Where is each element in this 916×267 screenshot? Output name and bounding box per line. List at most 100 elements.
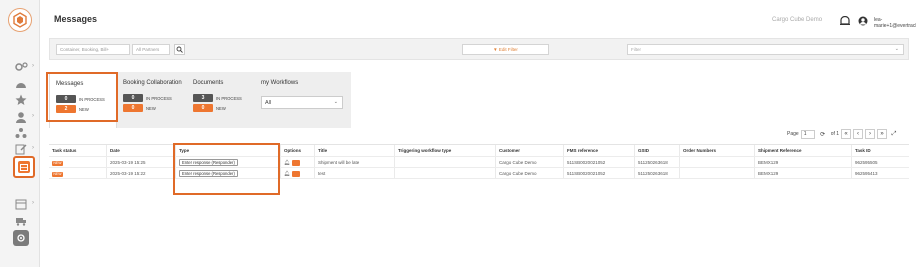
- network-icon[interactable]: [12, 126, 30, 140]
- task-table: Task status Date Type Options Title Trig…: [49, 144, 909, 179]
- status-badge: NEW: [52, 172, 63, 177]
- tools-icon[interactable]: [13, 230, 29, 246]
- page-of-label: of 1: [830, 131, 840, 137]
- column-header[interactable]: GSID: [635, 145, 680, 156]
- chevron-down-icon: ⌄: [333, 99, 338, 105]
- last-page-button[interactable]: »: [877, 129, 888, 139]
- order-cell: [680, 157, 755, 167]
- column-header[interactable]: Type: [176, 145, 281, 156]
- expand-icon[interactable]: ⤢: [889, 129, 900, 139]
- edit-icon[interactable]: [12, 142, 30, 156]
- in-process-count: 0: [56, 95, 76, 103]
- page-label: Page: [787, 131, 799, 137]
- workflow-select-value: All: [265, 100, 272, 106]
- status-cell: NEW: [49, 168, 107, 178]
- status-cell: NEW: [49, 157, 107, 167]
- chevron-right-icon: ›: [32, 63, 34, 69]
- column-header[interactable]: FMS reference: [564, 145, 635, 156]
- mail-icon[interactable]: [292, 160, 301, 166]
- type-button[interactable]: Enter response (Responder): [179, 170, 238, 177]
- table-row[interactable]: NEW 2025-03-19 15:25 Enter response (Res…: [49, 157, 909, 168]
- sidebar: › › › ›: [0, 0, 40, 267]
- tab-my-workflows[interactable]: my Workflows All ⌄: [255, 72, 351, 128]
- new-count: 2: [56, 105, 76, 113]
- chevron-right-icon: ›: [32, 145, 34, 151]
- column-header[interactable]: Triggering workflow type: [395, 145, 496, 156]
- column-header[interactable]: Shipment Reference: [755, 145, 852, 156]
- container-search-input[interactable]: Container, Booking, Bill+: [56, 44, 130, 55]
- settings-icon[interactable]: [12, 60, 30, 74]
- column-header[interactable]: Task ID: [852, 145, 909, 156]
- column-header[interactable]: Order Numbers: [680, 145, 755, 156]
- bell-icon[interactable]: 🔔︎: [284, 160, 290, 166]
- user-avatar-icon[interactable]: [858, 13, 868, 26]
- search-button[interactable]: [174, 44, 185, 55]
- new-count: 0: [123, 104, 143, 112]
- customer-cell: Cargo Cube Demo: [496, 157, 564, 167]
- options-cell: 🔔︎: [281, 168, 315, 178]
- tab-bar: Messages 0 IN PROCESS 2 NEW Booking Coll…: [49, 72, 351, 128]
- filter-select[interactable]: Filter ⌄: [627, 44, 904, 55]
- chevron-down-icon: ⌄: [894, 46, 899, 52]
- in-process-label: IN PROCESS: [79, 96, 105, 102]
- bell-icon[interactable]: 🔔︎: [284, 171, 290, 177]
- table-row[interactable]: NEW 2025-03-19 15:22 Enter response (Res…: [49, 168, 909, 179]
- star-icon[interactable]: [12, 93, 30, 107]
- workflow-select[interactable]: All ⌄: [261, 96, 343, 109]
- company-name: Cargo Cube Demo: [772, 17, 823, 23]
- truck-icon[interactable]: [12, 214, 30, 228]
- dashboard-icon[interactable]: [12, 77, 30, 91]
- tab-label: Messages: [56, 81, 84, 87]
- table-header-row: Task status Date Type Options Title Trig…: [49, 145, 909, 157]
- in-process-label: IN PROCESS: [146, 95, 172, 101]
- column-header[interactable]: Title: [315, 145, 395, 156]
- in-process-row: 0 IN PROCESS: [56, 95, 105, 103]
- type-cell: Enter response (Responder): [176, 157, 281, 167]
- gsid-cell: 511250263618: [635, 168, 680, 178]
- in-process-count: 3: [193, 94, 213, 102]
- new-row: 0 NEW: [193, 104, 226, 112]
- workflow-type-cell: [395, 157, 496, 167]
- tab-label: Booking Collaboration: [123, 80, 182, 86]
- gsid-cell: 511250263618: [635, 157, 680, 167]
- title-cell: test: [315, 168, 395, 178]
- previous-page-button[interactable]: ‹: [853, 129, 864, 139]
- column-header[interactable]: Task status: [49, 145, 107, 156]
- header: Messages Cargo Cube Demo lea-marie+1@eve…: [40, 0, 916, 38]
- user-email[interactable]: lea-marie+1@evertracker.com: [874, 17, 916, 29]
- messages-nav-icon[interactable]: [13, 156, 35, 178]
- tab-booking-collaboration[interactable]: Booking Collaboration 0 IN PROCESS 0 NEW: [117, 72, 187, 128]
- search-bar: Container, Booking, Bill+ All Partners ▼…: [49, 38, 909, 60]
- edit-filter-button[interactable]: ▼ Edit Filter: [462, 44, 549, 55]
- customer-cell: Cargo Cube Demo: [496, 168, 564, 178]
- partners-select[interactable]: All Partners: [132, 44, 170, 55]
- user-icon[interactable]: [12, 110, 30, 124]
- date-cell: 2025-03-19 15:25: [107, 157, 176, 167]
- logo-icon[interactable]: [8, 8, 32, 32]
- column-header[interactable]: Date: [107, 145, 176, 156]
- calendar-icon[interactable]: [12, 197, 30, 211]
- tab-label: my Workflows: [261, 80, 299, 86]
- fms-cell: 511SB0020021052: [564, 168, 635, 178]
- new-row: 0 NEW: [123, 104, 156, 112]
- column-header[interactable]: Customer: [496, 145, 564, 156]
- in-process-count: 0: [123, 94, 143, 102]
- next-page-button[interactable]: ›: [865, 129, 876, 139]
- notifications-icon[interactable]: [839, 13, 851, 25]
- first-page-button[interactable]: «: [841, 129, 852, 139]
- search-icon: [176, 46, 183, 53]
- type-button[interactable]: Enter response (Responder): [179, 159, 238, 166]
- tab-messages[interactable]: Messages 0 IN PROCESS 2 NEW: [49, 72, 117, 128]
- column-header[interactable]: Options: [281, 145, 315, 156]
- date-cell: 2025-03-19 15:22: [107, 168, 176, 178]
- tab-documents[interactable]: Documents 3 IN PROCESS 0 NEW: [187, 72, 255, 128]
- status-badge: NEW: [52, 161, 63, 166]
- mail-icon[interactable]: [292, 171, 301, 177]
- page-input[interactable]: 1: [800, 129, 815, 139]
- new-label: NEW: [216, 105, 226, 111]
- shipment-ref-cell: BEMX129: [755, 157, 852, 167]
- order-cell: [680, 168, 755, 178]
- shipment-ref-cell: BEMX129: [755, 168, 852, 178]
- refresh-icon[interactable]: ⟳: [816, 129, 829, 139]
- chevron-right-icon: ›: [32, 113, 34, 119]
